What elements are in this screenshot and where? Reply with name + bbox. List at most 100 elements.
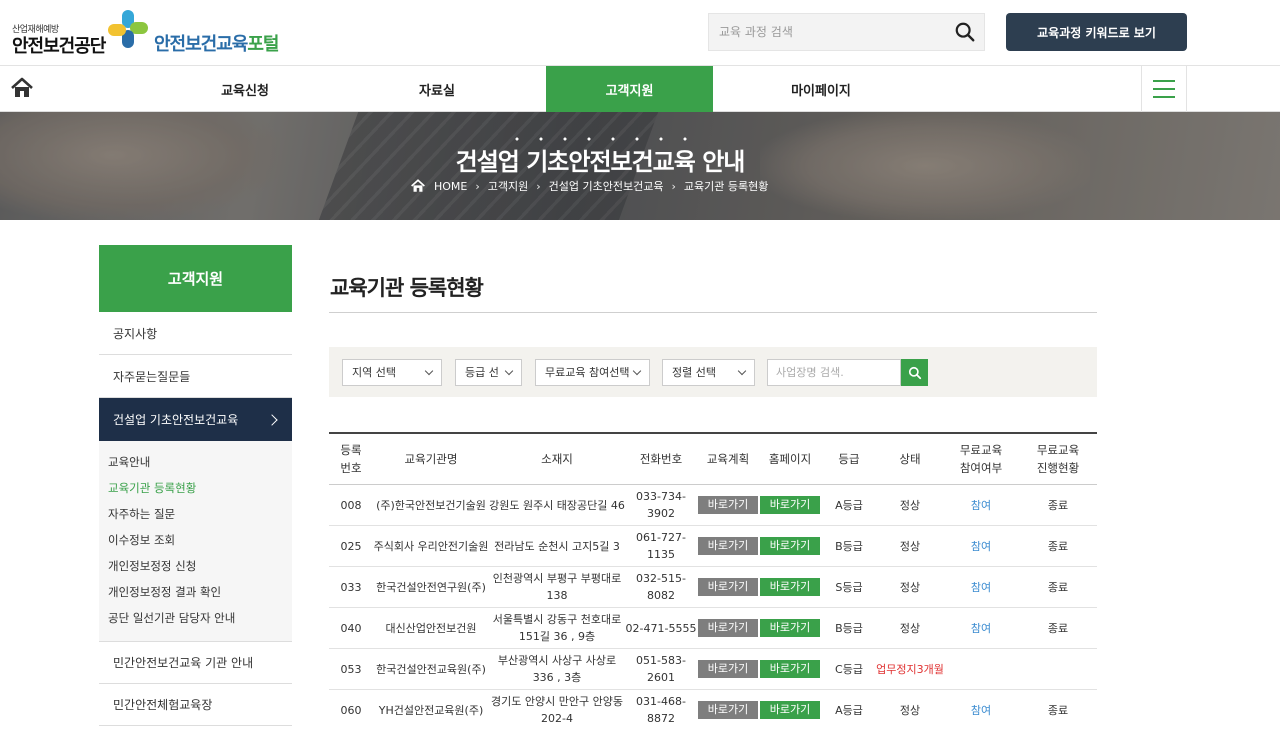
- sidebar-title: 고객지원: [99, 245, 292, 312]
- submenu-item-faq[interactable]: 자주하는 질문: [99, 501, 292, 527]
- sidebar-submenu: 교육안내 교육기관 등록현황 자주하는 질문 이수정보 조회 개인정보정정 신청…: [99, 441, 292, 642]
- search-icon: [908, 366, 921, 379]
- site-logo[interactable]: 산업재해예방 안전보건공단 안전보건교육포털: [12, 10, 292, 60]
- homepage-link-button[interactable]: 바로가기: [760, 578, 820, 596]
- plan-link-button[interactable]: 바로가기: [698, 660, 758, 678]
- free-education-select[interactable]: 무료교육 참여선택: [535, 359, 650, 386]
- cell-free-participation[interactable]: 참여: [943, 690, 1019, 730]
- search-icon[interactable]: [954, 21, 976, 43]
- cell-phone: 033-734-3902: [636, 490, 686, 520]
- cell-status: 정상: [899, 539, 921, 553]
- cell-free-participation[interactable]: 참여: [943, 608, 1019, 648]
- plan-link-button[interactable]: 바로가기: [698, 496, 758, 514]
- region-select[interactable]: 지역 선택: [342, 359, 442, 386]
- cell-phone: 031-468-8872: [636, 695, 686, 725]
- cell-free-participation[interactable]: 참여: [943, 567, 1019, 607]
- home-icon[interactable]: [410, 179, 426, 193]
- cell-free-progress: [1019, 649, 1097, 689]
- submenu-item-contact-guide[interactable]: 공단 일선기관 담당자 안내: [99, 605, 292, 631]
- cell-grade: A등급: [835, 703, 863, 717]
- cell-plan: 바로가기: [697, 649, 759, 689]
- cell-address: 부산광역시 사상구 사상로 336 , 3층: [497, 654, 617, 684]
- filter-bar: 지역 선택 등급 선 무료교육 참여선택 정렬 선택 사업장명 검색.: [329, 347, 1097, 397]
- homepage-link-button[interactable]: 바로가기: [760, 660, 820, 678]
- course-search-input[interactable]: [719, 22, 939, 42]
- cell-no: 025: [340, 539, 362, 553]
- table-row: 060 YH건설안전교육원(주) 경기도 안양시 만안구 안양동 202-4 031-…: [329, 690, 1097, 730]
- logo-portal-name: 안전보건교육포털: [154, 34, 279, 55]
- plan-link-button[interactable]: 바로가기: [698, 578, 758, 596]
- table-header: 등록 번호 교육기관명 소재지 전화번호 교육계획 홈페이지 등급 상태 무료교…: [329, 434, 1097, 485]
- sidebar-item-notice[interactable]: 공지사항: [99, 312, 292, 355]
- cell-no: 053: [340, 662, 362, 676]
- homepage-link-button[interactable]: 바로가기: [760, 619, 820, 637]
- plan-link-button[interactable]: 바로가기: [698, 619, 758, 637]
- sidebar-item-experience-center[interactable]: 민간안전체험교육장: [99, 684, 292, 726]
- cell-free-participation[interactable]: 참여: [943, 526, 1019, 566]
- grade-select[interactable]: 등급 선: [455, 359, 522, 386]
- cell-phone: 061-727-1135: [636, 531, 686, 561]
- nav-item-mypage[interactable]: 마이페이지: [744, 66, 898, 112]
- cell-free-progress: 종료: [1047, 621, 1069, 635]
- breadcrumb: HOME › 고객지원 › 건설업 기초안전보건교육 › 교육기관 등록현황: [410, 178, 768, 194]
- cell-plan: 바로가기: [697, 608, 759, 648]
- banner-dots: [505, 137, 705, 141]
- breadcrumb-home[interactable]: HOME: [434, 180, 467, 193]
- cell-phone: 032-515-8082: [636, 572, 686, 602]
- col-header: 등록 번호: [340, 443, 362, 475]
- hamburger-menu-icon[interactable]: [1141, 66, 1187, 112]
- sidebar-item-faq[interactable]: 자주묻는질문들: [99, 355, 292, 398]
- submenu-item-info-correction[interactable]: 개인정보정정 신청: [99, 553, 292, 579]
- homepage-link-button[interactable]: 바로가기: [760, 701, 820, 719]
- homepage-link-button[interactable]: 바로가기: [760, 537, 820, 555]
- cell-status: 정상: [899, 621, 921, 635]
- breadcrumb-construction[interactable]: 건설업 기초안전보건교육: [549, 178, 664, 194]
- breadcrumb-support[interactable]: 고객지원: [488, 178, 528, 194]
- submenu-item-guide[interactable]: 교육안내: [99, 449, 292, 475]
- keyword-view-button[interactable]: 교육과정 키워드로 보기: [1006, 13, 1187, 51]
- company-search-button[interactable]: [901, 359, 928, 386]
- cell-name: 주식회사 우리안전기술원: [373, 539, 489, 553]
- chevron-right-icon: [266, 413, 278, 426]
- divider: [329, 312, 1097, 313]
- cell-free-participation[interactable]: 참여: [943, 485, 1019, 525]
- cell-homepage: 바로가기: [759, 608, 821, 648]
- cell-grade: A등급: [835, 498, 863, 512]
- cell-name: 대신산업안전보건원: [385, 621, 477, 635]
- cell-address: 서울특별시 강동구 천호대로151길 36 , 9층: [492, 613, 622, 643]
- nav-item-support[interactable]: 고객지원: [546, 66, 713, 112]
- cell-name: 한국건설안전교육원(주): [376, 662, 486, 676]
- submenu-item-registration-status[interactable]: 교육기관 등록현황: [99, 475, 292, 501]
- sort-select[interactable]: 정렬 선택: [662, 359, 755, 386]
- banner-title: 건설업 기초안전보건교육 안내: [455, 148, 746, 176]
- cell-address: 전라남도 순천시 고지5길 3: [494, 539, 620, 553]
- home-icon[interactable]: [10, 77, 34, 99]
- table-row: 033 한국건설안전연구원(주) 인천광역시 부평구 부평대로 138 032-515…: [329, 567, 1097, 608]
- sidebar-item-construction-education[interactable]: 건설업 기초안전보건교육: [99, 398, 292, 441]
- submenu-item-correction-result[interactable]: 개인정보정정 결과 확인: [99, 579, 292, 605]
- table-body: 008 (주)한국안전보건기술원 강원도 원주시 태장공단길 46 033-734-3…: [329, 485, 1097, 730]
- logo-cross-icon: [108, 10, 148, 48]
- cell-phone: 051-583-2601: [636, 654, 686, 684]
- plan-link-button[interactable]: 바로가기: [698, 701, 758, 719]
- course-search-box: [708, 13, 985, 51]
- sidebar-item-private-institutions[interactable]: 민간안전보건교육 기관 안내: [99, 642, 292, 684]
- table-row: 008 (주)한국안전보건기술원 강원도 원주시 태장공단길 46 033-734-3…: [329, 485, 1097, 526]
- homepage-link-button[interactable]: 바로가기: [760, 496, 820, 514]
- company-search-input[interactable]: 사업장명 검색.: [767, 359, 901, 386]
- chevron-down-icon: [424, 366, 434, 376]
- page-title: 교육기관 등록현황: [330, 276, 484, 300]
- cell-status: 업무정지3개월: [876, 662, 944, 676]
- col-header: 교육기관명: [404, 452, 458, 466]
- nav-item-apply[interactable]: 교육신청: [168, 66, 322, 112]
- breadcrumb-current: 교육기관 등록현황: [683, 180, 769, 193]
- nav-item-archive[interactable]: 자료실: [360, 66, 514, 112]
- cell-free-participation[interactable]: [943, 649, 1019, 689]
- col-header: 소재지: [541, 452, 573, 466]
- col-header: 등급: [838, 452, 860, 466]
- chevron-right-icon: ›: [536, 179, 541, 193]
- logo-org-name: 안전보건공단: [12, 36, 106, 57]
- submenu-item-completion-lookup[interactable]: 이수정보 조회: [99, 527, 292, 553]
- header: 산업재해예방 안전보건공단 안전보건교육포털 교육과정 키워드로 보기: [0, 0, 1280, 66]
- plan-link-button[interactable]: 바로가기: [698, 537, 758, 555]
